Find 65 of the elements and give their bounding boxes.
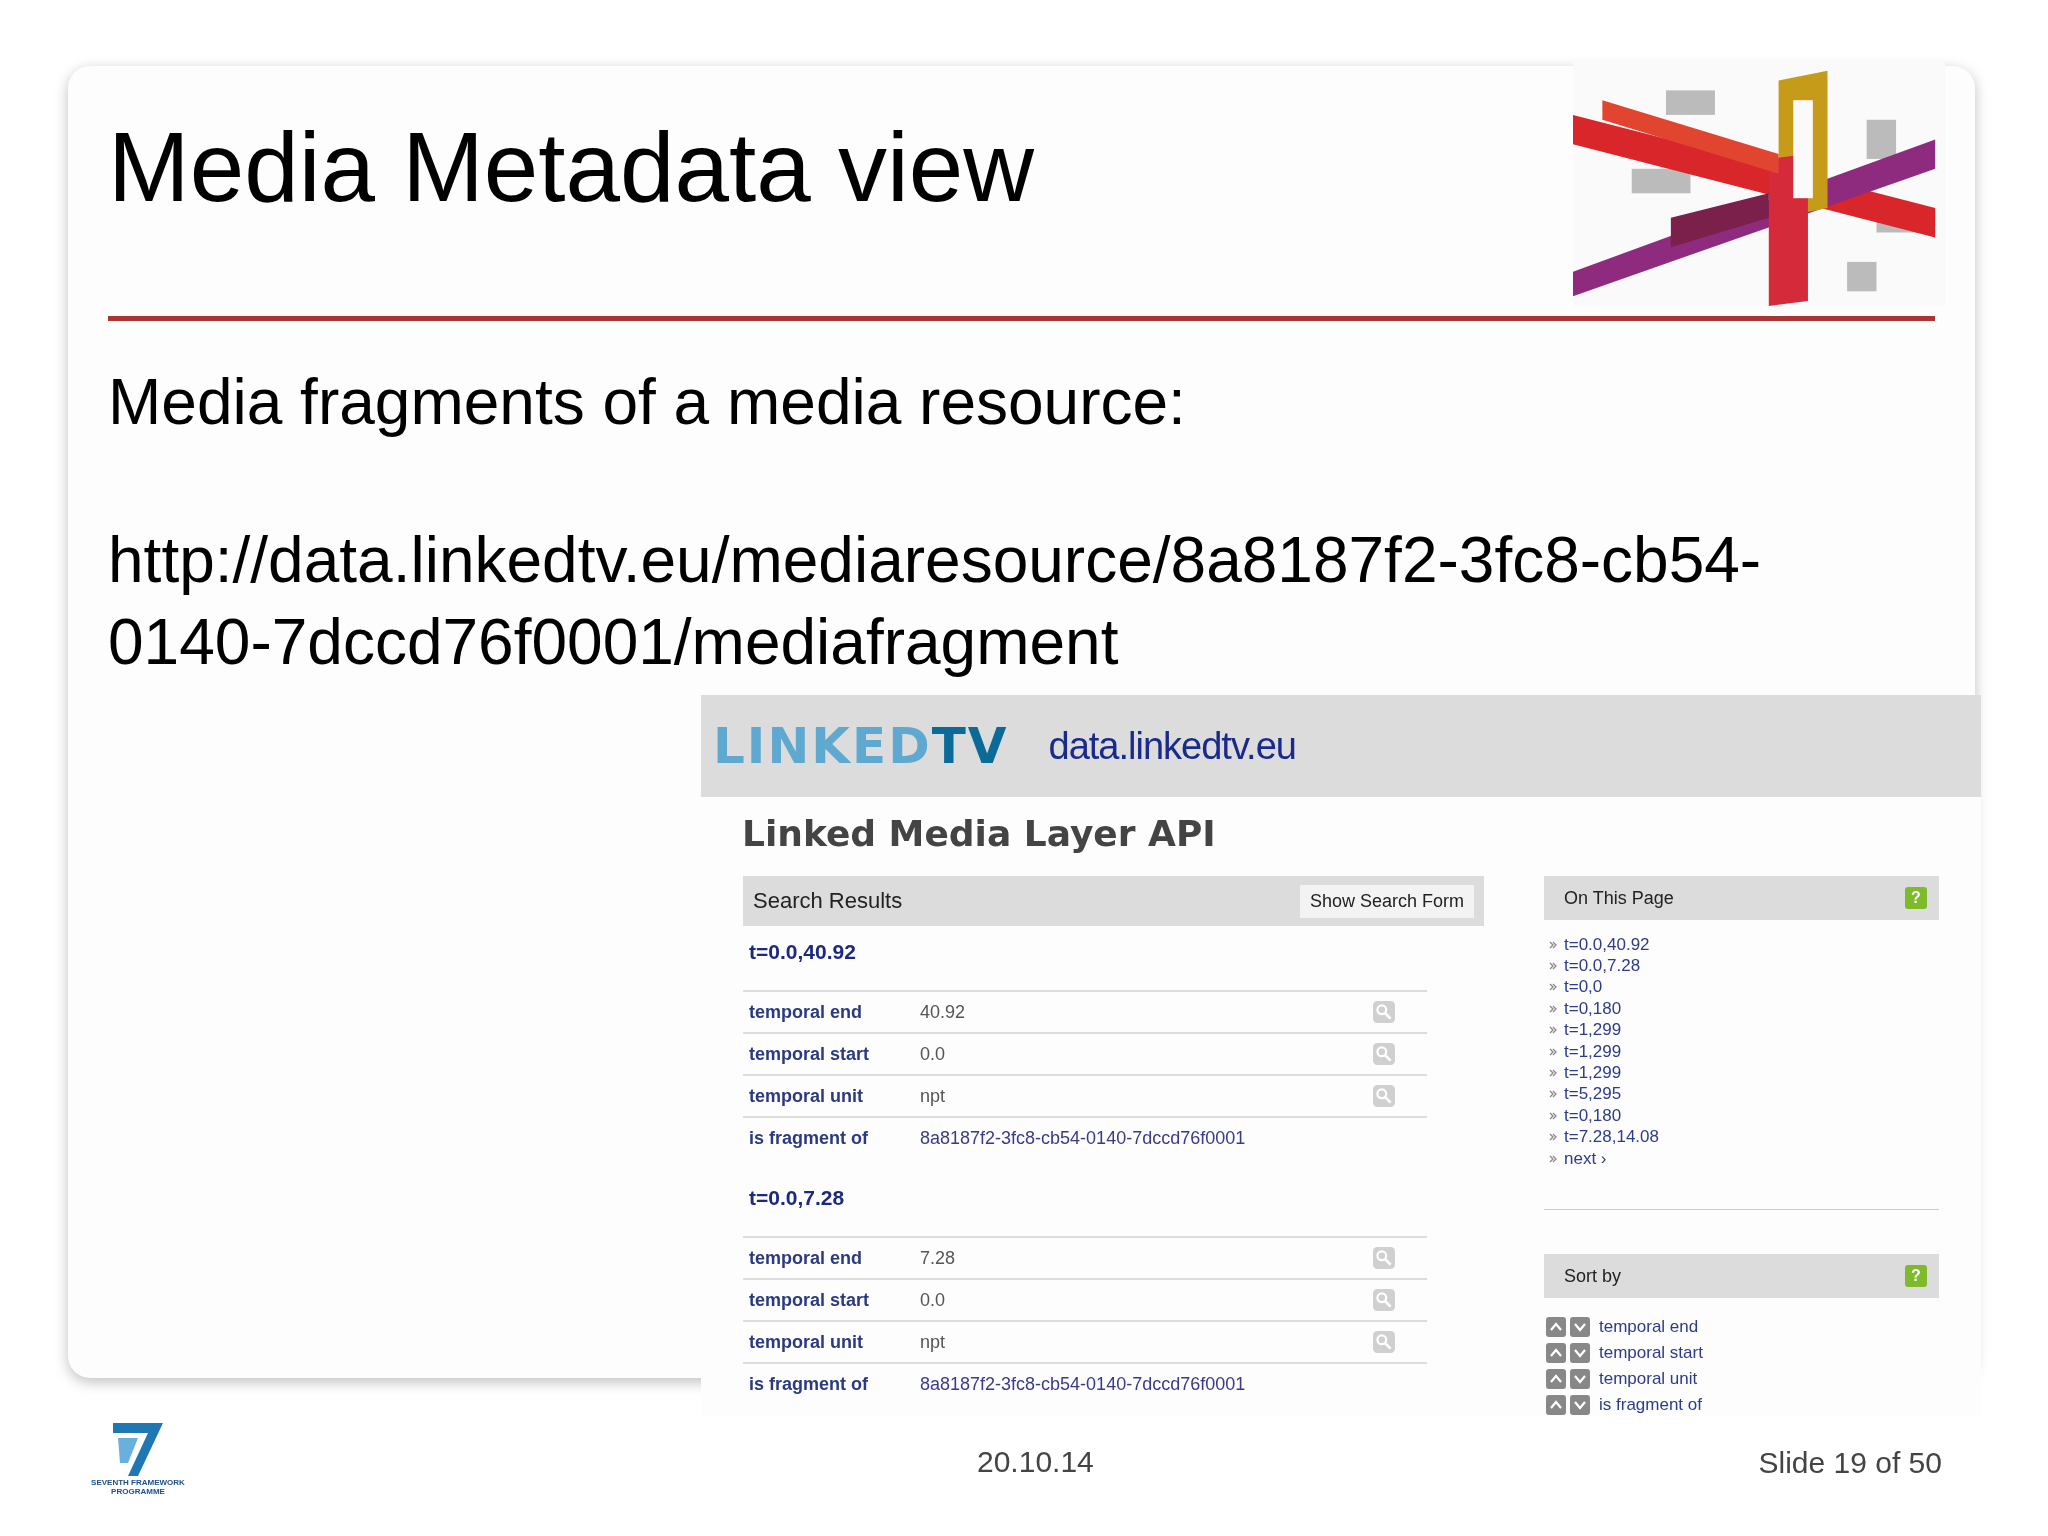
property-value: 0.0 [920,1289,947,1311]
chevron-icon [1548,982,1558,993]
property-label: is fragment of [749,1127,869,1149]
site-name: data.linkedtv.eu [1048,724,1296,768]
property-value: npt [920,1331,947,1353]
property-label: temporal unit [749,1331,864,1353]
page-link[interactable]: t=7.28,14.08 [1564,1127,1659,1148]
sort-link[interactable]: is fragment of [1599,1395,1702,1416]
page-link[interactable]: t=1,299 [1564,1020,1622,1041]
sort-link[interactable]: temporal start [1599,1343,1703,1364]
property-label: temporal unit [749,1085,864,1107]
panel-title: On This Page [1564,887,1674,909]
sort-up-icon[interactable] [1546,1395,1566,1416]
chevron-icon [1548,1132,1558,1143]
chevron-icon [1548,1068,1558,1079]
page-link[interactable]: t=0.0,40.92 [1564,934,1650,955]
sort-up-icon[interactable] [1546,1343,1566,1364]
sort-down-icon[interactable] [1570,1369,1590,1390]
result-title[interactable]: t=0.0,40.92 [749,940,1478,964]
site-logo: LINKEDTV [713,717,1009,775]
chevron-icon [1548,1003,1558,1014]
chevron-icon [1548,1046,1558,1057]
sort-link[interactable]: temporal end [1599,1317,1699,1338]
sort-down-icon[interactable] [1570,1395,1590,1416]
page-link[interactable]: t=0.0,7.28 [1564,956,1641,977]
slide-title: Media Metadata view [108,118,1035,216]
programme-text: SEVENTH FRAMEWORK PROGRAMME [90,1478,186,1496]
property-label: temporal start [749,1043,871,1065]
chevron-icon [1548,961,1558,972]
chevron-icon [1548,939,1558,950]
show-search-form-button[interactable]: Show Search Form [1299,884,1474,918]
property-value[interactable]: 8a8187f2-3fc8-cb54-0140-7dccd76f0001 [920,1127,1427,1149]
property-label: temporal end [749,1001,864,1023]
body-text: http://data.linkedtv.eu/mediaresource/8a8187f2-3fc8-cb54-0140-7dccd76f0001/mediafragment [108,523,1763,680]
page-link[interactable]: t=1,299 [1564,1063,1622,1084]
page-heading: Linked Media Layer API [742,813,1217,854]
property-value[interactable]: 8a8187f2-3fc8-cb54-0140-7dccd76f0001 [920,1373,1427,1395]
page-link[interactable]: t=0,0 [1564,977,1603,998]
result-title[interactable]: t=0.0,7.28 [749,1186,1478,1210]
panel-title: Search Results [753,888,903,914]
page-link[interactable]: t=1,299 [1564,1041,1622,1062]
chevron-icon [1548,1089,1558,1100]
property-value: 40.92 [920,1001,967,1023]
sort-down-icon[interactable] [1570,1343,1590,1364]
sort-down-icon[interactable] [1570,1317,1590,1338]
sort-link[interactable]: temporal unit [1599,1369,1698,1390]
panel-title: Sort by [1564,1265,1622,1287]
slide-date: 20.10.14 [977,1445,1094,1479]
slide-number: Slide 19 of 50 [1758,1446,1942,1480]
page-link[interactable]: t=0,180 [1564,1105,1622,1126]
property-label: temporal start [749,1289,871,1311]
page-link[interactable]: next › [1564,1148,1607,1169]
sort-up-icon[interactable] [1546,1369,1566,1390]
chevron-icon [1548,1153,1558,1164]
body-text: Media fragments of a media resource: [108,365,1187,440]
chevron-icon [1548,1110,1558,1121]
page-link[interactable]: t=0,180 [1564,998,1622,1019]
property-label: is fragment of [749,1373,869,1395]
property-value: npt [920,1085,947,1107]
chevron-icon [1548,1025,1558,1036]
property-value: 7.28 [920,1247,957,1269]
property-value: 0.0 [920,1043,947,1065]
sort-up-icon[interactable] [1546,1317,1566,1338]
property-label: temporal end [749,1247,864,1269]
page-link[interactable]: t=5,295 [1564,1084,1622,1105]
